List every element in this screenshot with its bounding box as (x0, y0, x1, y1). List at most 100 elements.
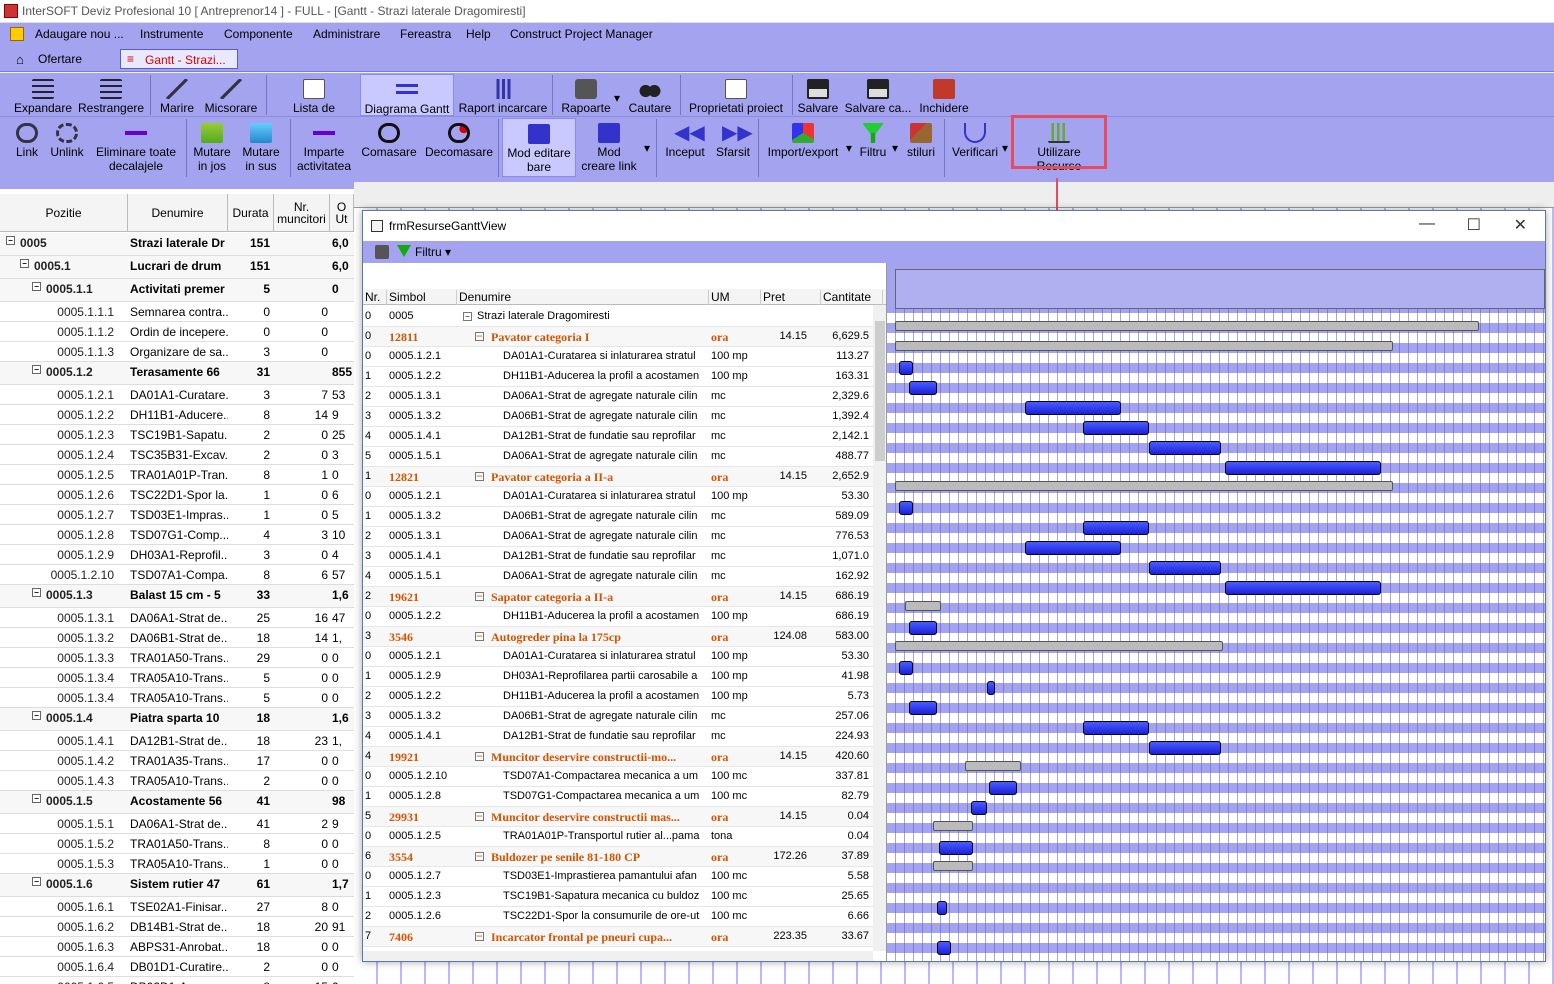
gantt-task-bar[interactable] (1083, 521, 1149, 535)
task-row[interactable]: 0005.1.4.3 TRA05A10-Trans... 2 0 0 (0, 771, 354, 791)
resource-row[interactable]: 7 7406 Incarcator frontal pe pneuri cupa..… (363, 927, 873, 947)
gantt-task-bar[interactable] (937, 941, 951, 955)
gantt-task-bar[interactable] (1225, 461, 1381, 475)
task-row[interactable]: 0005.1.3.4 TRA05A10-Trans... 5 0 0 (0, 668, 354, 688)
gantt-task-bar[interactable] (1225, 581, 1381, 595)
task-row[interactable]: 0005.1.2.1 DA01A1-Curatare... 3 7 53 (0, 385, 354, 405)
minimize-icon[interactable]: — (1419, 215, 1435, 233)
resource-row[interactable]: 4 19921 Muncitor deservire constructii-mo.… (363, 747, 873, 767)
proprietati-proiect-button[interactable]: Proprietati proiect (684, 79, 788, 115)
resource-row[interactable]: 3 3546 Autogreder pina la 175cp ora 124.08 58… (363, 627, 873, 647)
task-row[interactable]: 0005.1.1.3 Organizare de sa... 3 0 (0, 342, 354, 362)
task-row[interactable]: 0005.1.3.2 DA06B1-Strat de... 18 14 1, (0, 628, 354, 648)
task-row[interactable]: 0005.1.6.2 DB14B1-Strat de... 18 20 91 (0, 917, 354, 937)
resource-task-row[interactable]: 0 0005.1.2.7 TSD03E1-Imprastierea pamantul… (363, 867, 873, 887)
resource-task-row[interactable]: 3 0005.1.4.1 DA12B1-Strat de fundatie sau … (363, 547, 873, 567)
comasare-button[interactable]: Comasare (358, 123, 420, 159)
gantt-summary-bar[interactable] (933, 821, 973, 831)
resource-task-row[interactable]: 0 0005.1.2.5 TRA01A01P-Transportul rutier … (363, 827, 873, 847)
restrangere-button[interactable]: Restrangere (78, 79, 144, 115)
task-row[interactable]: 0005.1.2.4 TSC35B31-Excav... 2 0 3 (0, 445, 354, 465)
task-group-row[interactable]: 0005.1 Lucrari de drum 151 6,0− (0, 256, 354, 279)
col-simbol[interactable]: Simbol (387, 290, 457, 305)
menu-adaugare[interactable]: Adaugare nou ... (35, 27, 124, 41)
resource-task-row[interactable]: 4 0005.1.5.1 DA06A1-Strat de agregate natu… (363, 567, 873, 587)
resource-task-row[interactable]: 0 0005.1.2.1 DA01A1-Curatarea si inlaturar… (363, 347, 873, 367)
resource-task-row[interactable]: 0 0005.1.2.2 DH11B1-Aducerea la profil a a… (363, 607, 873, 627)
gantt-task-bar[interactable] (1149, 561, 1221, 575)
task-row[interactable]: 0005.1.3.4 TRA05A10-Trans... 5 0 0 (0, 688, 354, 708)
gantt-task-bar[interactable] (909, 621, 937, 635)
gantt-task-bar[interactable] (971, 801, 987, 815)
micsorare-button[interactable]: Micsorare (202, 79, 260, 115)
resource-task-row[interactable]: 2 0005.1.2.6 TSC22D1-Spor la consumurile d… (363, 907, 873, 927)
collapse-toggle-icon[interactable]: − (475, 752, 484, 761)
task-row[interactable]: 0005.1.1.2 Ordin de incepere... 0 0 (0, 322, 354, 342)
mod-editare-bare-button[interactable]: Mod editare bare (502, 118, 576, 177)
sfarsit-button[interactable]: ▶▶ Sfarsit (712, 123, 754, 159)
gantt-task-bar[interactable] (937, 901, 947, 915)
gantt-task-bar[interactable] (909, 701, 937, 715)
collapse-toggle-icon[interactable]: − (32, 794, 41, 803)
col-denumire[interactable]: Denumire (128, 194, 228, 232)
verificari-button[interactable]: Verificari (948, 123, 1002, 159)
task-group-row[interactable]: 0005.1.1 Activitati premer 5 0 − (0, 279, 354, 302)
collapse-toggle-icon[interactable]: − (475, 332, 484, 341)
resource-task-row[interactable]: 3 0005.1.3.2 DA06B1-Strat de agregate natu… (363, 407, 873, 427)
inceput-button[interactable]: ◀◀ Inceput (660, 123, 710, 159)
menu-administrare[interactable]: Administrare (313, 27, 380, 41)
task-group-row[interactable]: 0005.1.2 Terasamente 66 31 855 − (0, 362, 354, 385)
task-row[interactable]: 0005.1.2.8 TSD07G1-Comp... 4 3 10 (0, 525, 354, 545)
collapse-toggle-icon[interactable]: − (463, 312, 472, 321)
gantt-summary-bar[interactable] (933, 861, 973, 871)
mutare-jos-button[interactable]: Mutare in jos (190, 123, 234, 173)
menu-construct-pm[interactable]: Construct Project Manager (510, 27, 653, 41)
resource-task-row[interactable]: 4 0005.1.4.1 DA12B1-Strat de fundatie sau … (363, 427, 873, 447)
resource-task-row[interactable]: 1 0005.1.2.2 DH11B1-Aducerea la profil a a… (363, 367, 873, 387)
collapse-toggle-icon[interactable]: − (475, 592, 484, 601)
menu-fereastra[interactable]: Fereastra (400, 27, 451, 41)
verificari-dropdown-icon[interactable]: ▾ (1000, 141, 1010, 155)
task-group-row[interactable]: 0005.1.6 Sistem rutier 47 61 1,7 − (0, 874, 354, 897)
collapse-toggle-icon[interactable]: − (32, 711, 41, 720)
task-row[interactable]: 0005.1.2.6 TSC22D1-Spor la... 1 0 6 (0, 485, 354, 505)
gantt-task-bar[interactable] (1149, 741, 1221, 755)
task-group-row[interactable]: 0005.1.3 Balast 15 cm - 5 33 1,6 − (0, 585, 354, 608)
task-group-row[interactable]: 0005 Strazi laterale Dr 151 6,0 − (0, 233, 354, 256)
resource-task-row[interactable]: 1 0005.1.2.3 TSC19B1-Sapatura mecanica cu … (363, 887, 873, 907)
salvare-button[interactable]: Salvare (796, 79, 840, 115)
rapoarte-button[interactable]: Rapoarte (558, 79, 614, 115)
task-row[interactable]: 0005.1.5.2 TRA01A50-Trans... 8 0 0 (0, 834, 354, 854)
gantt-task-bar[interactable] (899, 361, 913, 375)
close-icon[interactable]: ✕ (1514, 215, 1527, 235)
task-row[interactable]: 0005.1.4.2 TRA01A35-Trans... 17 0 0 (0, 751, 354, 771)
task-row[interactable]: 0005.1.4.1 DA12B1-Strat de... 18 23 1, (0, 731, 354, 751)
resource-task-row[interactable]: 0 0005.1.2.1 DA01A1-Curatarea si inlaturar… (363, 487, 873, 507)
task-row[interactable]: 0005.1.3.3 TRA01A50-Trans... 29 0 0 (0, 648, 354, 668)
col-ore-utilaj[interactable]: O Ut (330, 194, 354, 232)
resource-list-vscroll[interactable] (873, 305, 886, 951)
cautare-button[interactable]: Cautare (626, 79, 674, 115)
task-group-row[interactable]: 0005.1.5 Acostamente 56 41 98 − (0, 791, 354, 814)
task-row[interactable]: 0005.1.2.10 TSD07A1-Compa... 8 6 57 (0, 565, 354, 585)
resource-task-row[interactable]: 1 0005.1.2.8 TSD07G1-Compactarea mecanica … (363, 787, 873, 807)
collapse-toggle-icon[interactable]: − (32, 282, 41, 291)
col-pozitie[interactable]: Pozitie (0, 194, 128, 232)
task-row[interactable]: 0005.1.2.3 TSC19B1-Sapatu... 2 0 25 (0, 425, 354, 445)
gantt-task-bar[interactable] (1149, 441, 1221, 455)
resource-task-row[interactable]: 0 0005.1.2.1 DA01A1-Curatarea si inlaturar… (363, 647, 873, 667)
collapse-toggle-icon[interactable]: − (475, 632, 484, 641)
resource-task-row[interactable]: 0 0005.1.2.10 TSD07A1-Compactarea mecanica… (363, 767, 873, 787)
project-row[interactable]: 0 0005 Strazi laterale Dragomiresti − (363, 307, 873, 327)
resource-task-row[interactable]: 2 0005.1.2.2 DH11B1-Aducerea la profil a a… (363, 687, 873, 707)
resource-task-row[interactable]: 1 0005.1.2.9 DH03A1-Reprofilarea partii ca… (363, 667, 873, 687)
gantt-summary-bar[interactable] (895, 321, 1479, 331)
collapse-toggle-icon[interactable]: − (475, 852, 484, 861)
collapse-toggle-icon[interactable]: − (20, 259, 29, 268)
gantt-summary-bar[interactable] (895, 341, 1393, 351)
gantt-task-bar[interactable] (1083, 421, 1149, 435)
task-row[interactable]: 0005.1.1.1 Semnarea contra... 0 0 (0, 302, 354, 322)
tab-ofertare[interactable]: ⌂ Ofertare (10, 49, 86, 69)
resource-task-row[interactable]: 1 0005.1.3.2 DA06B1-Strat de agregate natu… (363, 507, 873, 527)
link-button[interactable]: Link (10, 123, 44, 159)
